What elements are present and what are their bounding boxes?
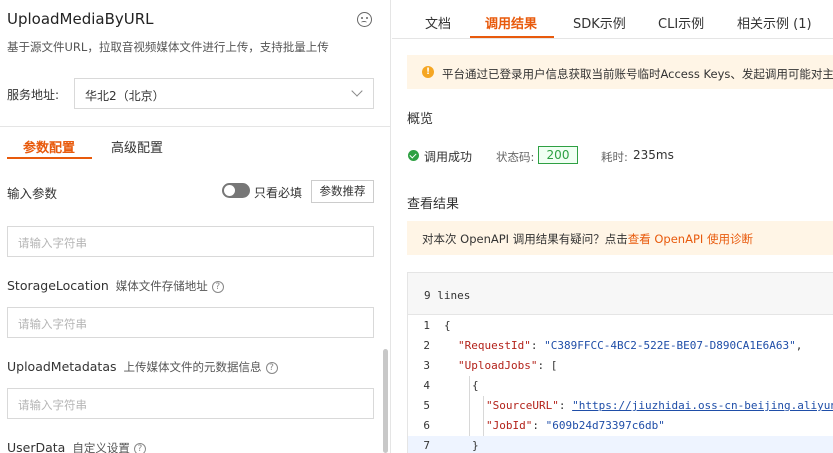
param-name: UploadMetadatas bbox=[7, 359, 117, 374]
help-icon[interactable]: ? bbox=[133, 442, 146, 453]
code-text: "RequestId": "C389FFCC-4BC2-522E-BE07-D8… bbox=[458, 339, 802, 352]
required-only-toggle[interactable] bbox=[222, 183, 250, 198]
code-header: 9 lines bbox=[408, 273, 833, 315]
code-text: } bbox=[472, 439, 479, 452]
code-line: 7 } bbox=[408, 436, 833, 453]
diagnosis-banner: 对本次 OpenAPI 调用结果有疑问？点击查看 OpenAPI 使用诊断 bbox=[407, 221, 833, 255]
view-result-heading: 查看结果 bbox=[407, 197, 460, 212]
code-body: 1 { 2 "RequestId": "C389FFCC-4BC2-522E-B… bbox=[408, 316, 833, 453]
code-line: 3 "UploadJobs": [ bbox=[408, 356, 833, 376]
json-key: "JobId" bbox=[486, 419, 533, 432]
input-placeholder: 请输入字符串 bbox=[18, 317, 87, 331]
chevron-down-icon bbox=[351, 85, 363, 97]
param-desc: 媒体文件存储地址 bbox=[115, 279, 208, 293]
feedback-face-icon[interactable] bbox=[357, 12, 372, 27]
result-panel: 文档 调用结果 SDK示例 CLI示例 相关示例 (1) ! 平台通过已登录用户… bbox=[392, 0, 833, 453]
help-icon[interactable]: ? bbox=[265, 361, 278, 374]
service-address-label: 服务地址: bbox=[7, 88, 60, 102]
tab-cli-example[interactable]: CLI示例 bbox=[658, 13, 704, 32]
param-user-data: UserData 自定义设置? bbox=[7, 440, 146, 453]
input-placeholder: 请输入字符串 bbox=[18, 236, 87, 250]
params-form: 输入参数 只看必填 参数推荐 请输入字符串 StorageLocation 媒体文… bbox=[0, 170, 380, 453]
code-line: 4 { bbox=[408, 376, 833, 396]
vertical-scrollbar[interactable] bbox=[383, 349, 388, 453]
json-separator: : [ bbox=[537, 359, 558, 372]
success-check-icon bbox=[408, 150, 419, 161]
param-recommend-button[interactable]: 参数推荐 bbox=[311, 180, 374, 203]
elapsed-time-value: 235ms bbox=[633, 148, 674, 162]
line-number: 3 bbox=[423, 359, 430, 372]
notice-banner: ! 平台通过已登录用户信息获取当前账号临时Access Keys、发起调用可能对… bbox=[407, 55, 833, 89]
input-params-heading: 输入参数 bbox=[7, 186, 58, 201]
response-code-viewer: 9 lines 1 { 2 "RequestId": "C389FFCC-4BC… bbox=[407, 272, 833, 453]
upload-metadatas-input[interactable]: 请输入字符串 bbox=[7, 388, 374, 419]
status-code-badge: 200 bbox=[538, 146, 578, 164]
code-line: 2 "RequestId": "C389FFCC-4BC2-522E-BE07-… bbox=[408, 336, 833, 356]
status-code-label: 状态码: bbox=[496, 150, 535, 164]
code-line: 1 { bbox=[408, 316, 833, 336]
json-key: "SourceURL" bbox=[486, 399, 559, 412]
param-upload-metadatas: UploadMetadatas 上传媒体文件的元数据信息? bbox=[7, 359, 278, 375]
api-description: 基于源文件URL，拉取音视频媒体文件进行上传，支持批量上传 bbox=[7, 40, 329, 54]
json-separator: , bbox=[795, 339, 803, 352]
service-address-value: 华北2（北京） bbox=[85, 89, 165, 103]
code-line: 6 "JobId": "609b24d73397c6db" bbox=[408, 416, 833, 436]
first-param-input[interactable]: 请输入字符串 bbox=[7, 226, 374, 257]
notice-text: 平台通过已登录用户信息获取当前账号临时Access Keys、发起调用可能对主 bbox=[442, 67, 833, 81]
code-text: "SourceURL": "https://jiuzhidai.oss-cn-b… bbox=[486, 399, 833, 412]
param-storage-location: StorageLocation 媒体文件存储地址? bbox=[7, 278, 224, 294]
input-placeholder: 请输入字符串 bbox=[18, 398, 87, 412]
code-text: { bbox=[444, 319, 451, 332]
diagnosis-link[interactable]: 查看 OpenAPI 使用诊断 bbox=[628, 232, 753, 246]
line-number: 2 bbox=[423, 339, 430, 352]
diagnosis-text: 对本次 OpenAPI 调用结果有疑问？点击查看 OpenAPI 使用诊断 bbox=[422, 231, 753, 247]
param-name: StorageLocation bbox=[7, 278, 109, 293]
tab-related-examples[interactable]: 相关示例 (1) bbox=[737, 13, 812, 32]
line-count: 9 lines bbox=[424, 289, 471, 302]
json-url-value[interactable]: "https://jiuzhidai.oss-cn-beijing.aliyun bbox=[572, 399, 833, 412]
tab-docs[interactable]: 文档 bbox=[425, 13, 451, 32]
json-separator: : bbox=[532, 419, 546, 432]
overview-heading: 概览 bbox=[407, 112, 434, 127]
json-value: "609b24d73397c6db" bbox=[545, 419, 665, 432]
json-value: "C389FFCC-4BC2-522E-BE07-D890CA1E6A63" bbox=[544, 339, 796, 352]
line-number: 5 bbox=[423, 399, 430, 412]
help-icon[interactable]: ? bbox=[211, 280, 224, 293]
api-params-panel: UploadMediaByURL 基于源文件URL，拉取音视频媒体文件进行上传，… bbox=[0, 0, 391, 453]
tab-advanced-config[interactable]: 高级配置 bbox=[111, 137, 163, 156]
json-key: "RequestId" bbox=[458, 339, 531, 352]
line-number: 4 bbox=[423, 379, 430, 392]
active-tab-indicator bbox=[7, 157, 92, 159]
tab-call-result[interactable]: 调用结果 bbox=[485, 13, 537, 32]
diagnosis-prefix: 对本次 OpenAPI 调用结果有疑问？点击 bbox=[422, 232, 628, 246]
json-key: "UploadJobs" bbox=[458, 359, 538, 372]
api-title: UploadMediaByURL bbox=[7, 10, 154, 28]
service-address-select[interactable]: 华北2（北京） bbox=[74, 78, 374, 109]
elapsed-time-label: 耗时: bbox=[601, 150, 628, 164]
storage-location-input[interactable]: 请输入字符串 bbox=[7, 307, 374, 338]
line-number: 7 bbox=[423, 439, 430, 452]
call-status-text: 调用成功 bbox=[424, 150, 473, 164]
json-separator: : bbox=[530, 339, 545, 352]
json-separator: : bbox=[558, 399, 573, 412]
code-text: "JobId": "609b24d73397c6db" bbox=[486, 419, 665, 432]
tab-param-config[interactable]: 参数配置 bbox=[23, 137, 75, 156]
code-text: "UploadJobs": [ bbox=[458, 359, 557, 372]
param-desc: 上传媒体文件的元数据信息 bbox=[123, 360, 262, 374]
line-number: 6 bbox=[423, 419, 430, 432]
code-text: { bbox=[472, 379, 479, 392]
code-line: 5 "SourceURL": "https://jiuzhidai.oss-cn… bbox=[408, 396, 833, 416]
param-desc: 自定义设置 bbox=[72, 441, 130, 453]
line-number: 1 bbox=[423, 319, 430, 332]
required-only-label: 只看必填 bbox=[254, 186, 303, 200]
warning-icon: ! bbox=[422, 66, 434, 78]
param-name: UserData bbox=[7, 440, 66, 453]
tab-sdk-example[interactable]: SDK示例 bbox=[573, 13, 626, 32]
tabs-divider bbox=[392, 38, 833, 39]
